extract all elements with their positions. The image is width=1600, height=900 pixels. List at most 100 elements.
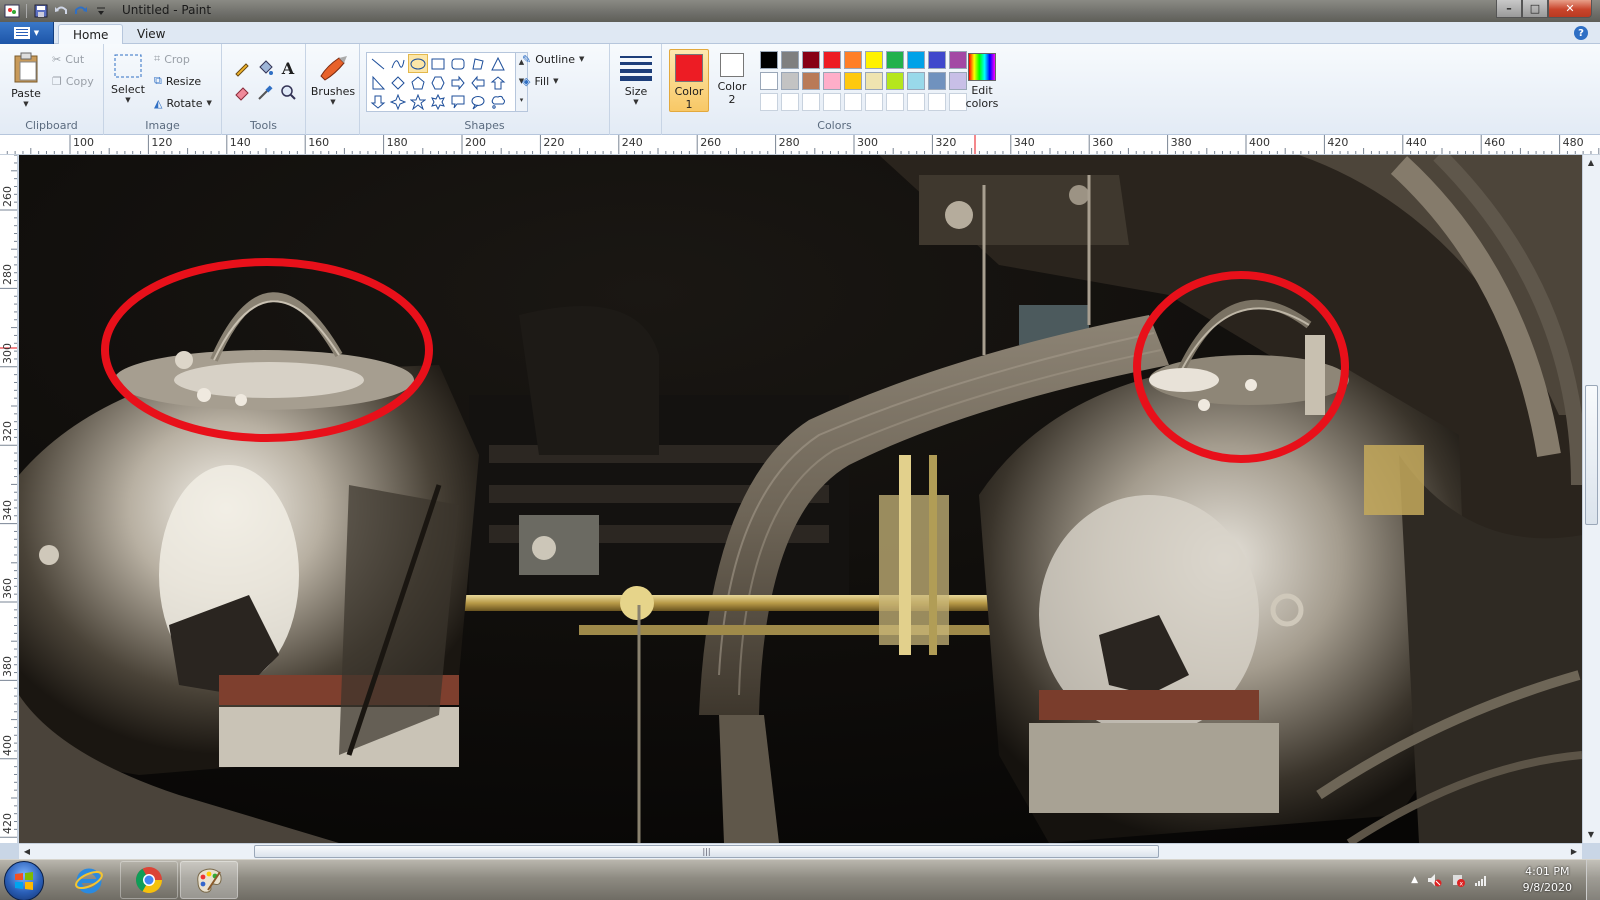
oval-callout-shape-icon[interactable] (468, 92, 488, 111)
crop-button[interactable]: ⌗ Crop (154, 50, 190, 68)
maximize-button[interactable]: □ (1522, 0, 1548, 18)
rotate-button[interactable]: ◭ Rotate ▼ (154, 94, 212, 112)
paste-button[interactable]: Paste ▼ (6, 50, 46, 108)
rectangular-callout-shape-icon[interactable] (448, 92, 468, 111)
show-desktop-button[interactable] (1586, 860, 1600, 900)
palette-color-swatch[interactable] (928, 72, 946, 90)
palette-color-swatch[interactable] (865, 51, 883, 69)
scroll-right-arrow-icon[interactable]: ▶ (1566, 844, 1582, 860)
scroll-down-arrow-icon[interactable]: ▼ (1583, 827, 1599, 843)
brushes-button[interactable]: Brushes ▼ (310, 52, 356, 106)
resize-button[interactable]: ⧉ Resize (154, 72, 201, 90)
vertical-scroll-thumb[interactable] (1585, 385, 1598, 525)
application-menu-button[interactable]: ▼ (0, 22, 54, 44)
paint-taskbar-button[interactable] (180, 861, 238, 899)
drawing-canvas[interactable] (19, 155, 1582, 843)
palette-color-swatch[interactable] (907, 51, 925, 69)
color-picker-icon[interactable] (255, 82, 275, 102)
help-icon[interactable]: ? (1574, 26, 1588, 40)
minimize-button[interactable]: – (1496, 0, 1522, 18)
rectangle-shape-icon[interactable] (428, 54, 448, 73)
tab-view[interactable]: View (123, 24, 179, 44)
cut-button[interactable]: ✂ Cut (52, 50, 84, 68)
polygon-shape-icon[interactable] (468, 54, 488, 73)
pencil-icon[interactable] (232, 58, 252, 78)
copy-button[interactable]: ❐ Copy (52, 72, 94, 90)
select-button[interactable]: Select ▼ (110, 52, 146, 104)
palette-color-swatch[interactable] (823, 51, 841, 69)
up-arrow-shape-icon[interactable] (488, 73, 508, 92)
text-tool-icon[interactable]: A (278, 58, 298, 78)
palette-color-swatch[interactable] (928, 51, 946, 69)
oval-shape-icon[interactable] (408, 54, 428, 73)
palette-color-swatch[interactable] (781, 72, 799, 90)
horizontal-scrollbar[interactable]: ◀ ||| ▶ (19, 843, 1582, 859)
action-center-icon[interactable]: x (1450, 872, 1466, 888)
paint-app-icon[interactable] (4, 3, 20, 19)
color1-button[interactable]: Color 1 (669, 49, 709, 112)
palette-color-swatch[interactable] (886, 72, 904, 90)
fill-button[interactable]: ◈ Fill ▼ (522, 72, 559, 90)
palette-color-swatch[interactable] (886, 51, 904, 69)
palette-color-swatch[interactable] (907, 93, 925, 111)
fill-bucket-icon[interactable] (255, 58, 275, 78)
undo-icon[interactable] (53, 3, 69, 19)
five-point-star-shape-icon[interactable] (408, 92, 428, 111)
palette-color-swatch[interactable] (865, 93, 883, 111)
volume-muted-icon[interactable] (1426, 872, 1442, 888)
triangle-shape-icon[interactable] (488, 54, 508, 73)
redo-icon[interactable] (73, 3, 89, 19)
vertical-scrollbar[interactable]: ▲ ▼ (1582, 155, 1600, 843)
right-triangle-shape-icon[interactable] (368, 73, 388, 92)
six-point-star-shape-icon[interactable] (428, 92, 448, 111)
start-button[interactable] (4, 861, 44, 900)
palette-color-swatch[interactable] (928, 93, 946, 111)
edit-colors-button[interactable]: Edit colors (960, 49, 1004, 112)
outline-button[interactable]: ✎ Outline ▼ (522, 50, 584, 68)
four-point-star-shape-icon[interactable] (388, 92, 408, 111)
internet-explorer-taskbar-button[interactable] (60, 861, 118, 899)
palette-color-swatch[interactable] (844, 93, 862, 111)
palette-color-swatch[interactable] (802, 51, 820, 69)
palette-color-swatch[interactable] (760, 72, 778, 90)
tab-home[interactable]: Home (58, 24, 124, 44)
palette-color-swatch[interactable] (823, 93, 841, 111)
palette-color-swatch[interactable] (781, 93, 799, 111)
taskbar-clock[interactable]: 4:01 PM 9/8/2020 (1523, 864, 1572, 896)
eraser-icon[interactable] (232, 82, 252, 102)
rounded-rectangle-shape-icon[interactable] (448, 54, 468, 73)
right-arrow-shape-icon[interactable] (448, 73, 468, 92)
cloud-callout-shape-icon[interactable] (488, 92, 508, 111)
customize-toolbar-icon[interactable] (93, 3, 109, 19)
close-button[interactable]: ✕ (1548, 0, 1592, 18)
scroll-up-arrow-icon[interactable]: ▲ (1583, 155, 1599, 171)
palette-color-swatch[interactable] (802, 72, 820, 90)
palette-color-swatch[interactable] (760, 93, 778, 111)
left-arrow-shape-icon[interactable] (468, 73, 488, 92)
palette-color-swatch[interactable] (760, 51, 778, 69)
down-arrow-shape-icon[interactable] (368, 92, 388, 111)
palette-color-swatch[interactable] (844, 72, 862, 90)
scroll-left-arrow-icon[interactable]: ◀ (19, 844, 35, 860)
network-signal-icon[interactable] (1474, 872, 1490, 888)
palette-color-swatch[interactable] (823, 72, 841, 90)
save-icon[interactable] (33, 3, 49, 19)
curve-shape-icon[interactable] (388, 54, 408, 73)
palette-color-swatch[interactable] (865, 72, 883, 90)
size-button[interactable]: Size ▼ (614, 52, 658, 106)
palette-color-swatch[interactable] (781, 51, 799, 69)
magnifier-icon[interactable] (278, 82, 298, 102)
palette-color-swatch[interactable] (802, 93, 820, 111)
hexagon-shape-icon[interactable] (428, 73, 448, 92)
show-hidden-icons-icon[interactable]: ▲ (1411, 875, 1418, 885)
palette-color-swatch[interactable] (907, 72, 925, 90)
palette-color-swatch[interactable] (886, 93, 904, 111)
pentagon-shape-icon[interactable] (408, 73, 428, 92)
color2-button[interactable]: Color 2 (712, 49, 752, 112)
separator (26, 4, 27, 18)
chrome-taskbar-button[interactable] (120, 861, 178, 899)
palette-color-swatch[interactable] (844, 51, 862, 69)
horizontal-scroll-thumb[interactable]: ||| (254, 845, 1159, 858)
diamond-shape-icon[interactable] (388, 73, 408, 92)
line-shape-icon[interactable] (368, 54, 388, 73)
